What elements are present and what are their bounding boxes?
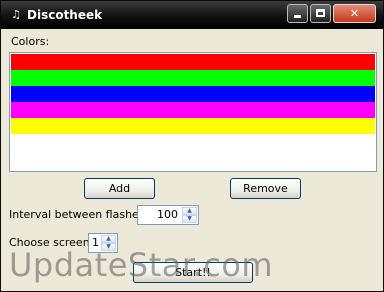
- spin-up-icon[interactable]: ▲: [101, 235, 116, 243]
- colors-label: Colors:: [11, 35, 50, 48]
- close-icon: ✕: [349, 7, 360, 20]
- spin-up-icon[interactable]: ▲: [182, 207, 197, 215]
- interval-spin-buttons: ▲ ▼: [182, 207, 197, 223]
- minimize-button[interactable]: [287, 4, 308, 23]
- watermark: UpdateStar.com: [9, 246, 274, 284]
- color-item-yellow[interactable]: [11, 118, 375, 134]
- minimize-icon: [294, 15, 301, 18]
- close-button[interactable]: ✕: [333, 4, 376, 23]
- color-item-red[interactable]: [11, 54, 375, 70]
- add-button[interactable]: Add: [84, 178, 155, 199]
- title-bar[interactable]: ♫ Discotheek ✕: [1, 1, 383, 29]
- interval-value[interactable]: 100: [140, 208, 178, 222]
- remove-button[interactable]: Remove: [230, 178, 301, 199]
- window-title: Discotheek: [27, 8, 103, 22]
- interval-spinner[interactable]: 100 ▲ ▼: [137, 205, 199, 225]
- color-item-green[interactable]: [11, 70, 375, 86]
- music-note-icon: ♫: [11, 8, 21, 21]
- color-item-magenta[interactable]: [11, 102, 375, 118]
- color-item-blue[interactable]: [11, 86, 375, 102]
- maximize-icon: [316, 9, 325, 17]
- maximize-button[interactable]: [310, 4, 331, 23]
- interval-label: Interval between flashes:: [9, 208, 149, 221]
- color-list[interactable]: [9, 52, 377, 172]
- app-window: ♫ Discotheek ✕ Colors: Add Remove Interv…: [0, 0, 384, 292]
- spin-down-icon[interactable]: ▼: [182, 215, 197, 223]
